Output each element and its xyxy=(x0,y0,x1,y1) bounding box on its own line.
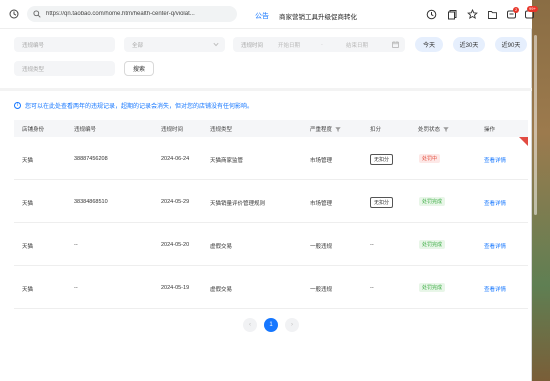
header-severity-label: 严重程度 xyxy=(310,127,333,133)
cell-points: -- xyxy=(370,242,374,248)
category-select[interactable]: 全部 xyxy=(124,37,225,52)
cell-severity: 一般违规 xyxy=(310,244,333,250)
end-date-input[interactable]: 结束日期 xyxy=(346,41,368,49)
filter-icon[interactable] xyxy=(335,127,341,132)
header-violation-type: 违规类型 xyxy=(210,127,233,133)
cell-time: 2024-05-29 xyxy=(161,199,190,205)
header-severity[interactable]: 严重程度 xyxy=(310,125,341,133)
header-violation-id: 违规编号 xyxy=(74,127,97,133)
table-header: 店铺身份 违规编号 违规时间 违规类型 严重程度 扣分 处罚状态 操作 xyxy=(14,120,528,137)
cell-violation-id: 38887456208 xyxy=(74,156,108,162)
cell-type: 虚假交易 xyxy=(210,287,233,293)
header-identity: 店铺身份 xyxy=(22,127,45,133)
section-divider xyxy=(0,88,532,91)
cell-identity: 天猫 xyxy=(22,287,34,293)
violation-time-range[interactable]: 违规时间 开始日期 - 结束日期 xyxy=(233,37,405,52)
announcement-tag[interactable]: 公告 xyxy=(255,11,269,21)
notice-text: 您可以在此处查看两年的违规记录，超期的记录会消失，但对您的店铺没有任何影响。 xyxy=(25,104,254,110)
info-icon: i xyxy=(14,102,21,109)
cell-identity: 天猫 xyxy=(22,158,34,164)
search-button[interactable]: 搜索 xyxy=(124,61,154,76)
category-select-value: 全部 xyxy=(132,42,144,49)
header-action: 操作 xyxy=(484,127,496,133)
cell-type: 天猫商家监管 xyxy=(210,158,244,164)
cell-type: 天猫销量评价管理规则 xyxy=(210,201,266,207)
cell-time: 2024-06-24 xyxy=(161,156,190,162)
view-details-link[interactable]: 查看详情 xyxy=(484,156,506,164)
table-row: 天猫 38887456208 2024-06-24 天猫商家监管 市场管理 无扣… xyxy=(14,137,528,180)
view-details-link[interactable]: 查看详情 xyxy=(484,285,506,293)
last-30-days-button[interactable]: 近30天 xyxy=(453,37,485,52)
corner-marker xyxy=(519,137,528,146)
violation-type-input[interactable]: 违规类型 xyxy=(14,61,115,76)
status-badge: 处罚完成 xyxy=(419,197,446,206)
cell-points: -- xyxy=(370,285,374,291)
clock-icon[interactable] xyxy=(426,9,437,20)
view-details-link[interactable]: 查看详情 xyxy=(484,199,506,207)
announcement-title[interactable]: 商家营销工具升级促商转化 xyxy=(279,11,357,21)
table-row: 天猫 -- 2024-05-20 虚假交易 一般违规 -- 处罚完成 查看详情 xyxy=(14,223,528,266)
cell-identity: 天猫 xyxy=(22,244,34,250)
url-text: https://qn.taobao.com/home.htm/health-ce… xyxy=(46,11,195,17)
cell-identity: 天猫 xyxy=(22,201,34,207)
status-badge: 处罚中 xyxy=(419,154,441,163)
cell-violation-id: 38384868510 xyxy=(74,199,108,205)
search-icon xyxy=(33,10,41,18)
browser-toolbar: https://qn.taobao.com/home.htm/health-ce… xyxy=(0,0,538,29)
calendar-icon xyxy=(392,41,399,48)
view-details-link[interactable]: 查看详情 xyxy=(484,242,506,250)
cell-severity: 市场管理 xyxy=(310,201,333,207)
last-90-days-button[interactable]: 近90天 xyxy=(495,37,527,52)
notice-banner: i 您可以在此处查看两年的违规记录，超期的记录会消失，但对您的店铺没有任何影响。 xyxy=(14,101,253,110)
filter-icon[interactable] xyxy=(443,127,449,132)
cell-time: 2024-05-20 xyxy=(161,242,190,248)
header-points: 扣分 xyxy=(370,127,382,133)
header-status[interactable]: 处罚状态 xyxy=(418,125,449,133)
violation-time-label: 违规时间 xyxy=(241,42,264,49)
points-tag: 无扣分 xyxy=(370,197,394,208)
today-button[interactable]: 今天 xyxy=(415,37,443,52)
header-violation-time: 违规时间 xyxy=(161,127,184,133)
star-icon[interactable] xyxy=(467,9,478,20)
cell-violation-id: -- xyxy=(74,242,78,248)
status-badge: 处罚完成 xyxy=(419,283,446,292)
start-date-input[interactable]: 开始日期 xyxy=(278,41,300,49)
cell-type: 虚假交易 xyxy=(210,244,233,250)
folder-icon[interactable] xyxy=(487,9,498,20)
table-row: 天猫 -- 2024-05-19 虚假交易 一般违规 -- 处罚完成 查看详情 xyxy=(14,266,528,309)
cell-violation-id: -- xyxy=(74,285,78,291)
table-row: 天猫 38384868510 2024-05-29 天猫销量评价管理规则 市场管… xyxy=(14,180,528,223)
prev-page-button[interactable]: ‹ xyxy=(243,318,257,332)
header-status-label: 处罚状态 xyxy=(418,127,441,133)
chevron-down-icon xyxy=(213,42,219,47)
notification-badge: 2 xyxy=(513,7,520,13)
copy-icon[interactable] xyxy=(447,9,458,20)
cell-time: 2024-05-19 xyxy=(161,285,190,291)
address-bar[interactable]: https://qn.taobao.com/home.htm/health-ce… xyxy=(27,6,237,22)
status-badge: 处罚完成 xyxy=(419,240,446,249)
browser-window: https://qn.taobao.com/home.htm/health-ce… xyxy=(0,0,538,381)
points-tag: 无扣分 xyxy=(370,154,394,165)
page-1-button[interactable]: 1 xyxy=(264,318,278,332)
cell-severity: 市场管理 xyxy=(310,158,333,164)
scrollbar[interactable] xyxy=(534,35,537,215)
date-separator: - xyxy=(321,41,323,48)
violation-id-input[interactable]: 违规编号 xyxy=(14,37,115,52)
message-badge: 99+ xyxy=(527,6,538,12)
cell-severity: 一般违规 xyxy=(310,287,333,293)
next-page-button[interactable]: › xyxy=(285,318,299,332)
history-icon[interactable] xyxy=(9,9,19,19)
